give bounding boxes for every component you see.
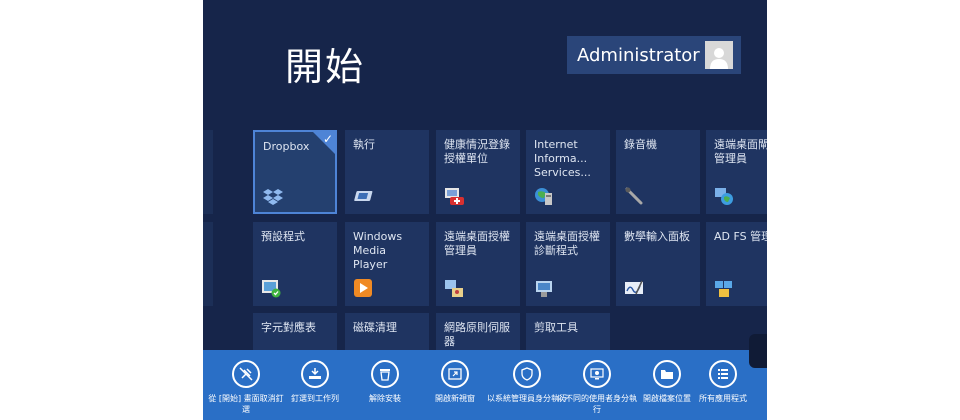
tile-windows-media-player[interactable]: Windows Media Player: [345, 222, 429, 306]
unpin-label: 從 [開始] 畫面取消釘選: [208, 394, 284, 414]
tile-label: 字元對應表: [261, 321, 316, 334]
shield-icon: [513, 360, 541, 388]
user-avatar-icon: [705, 41, 733, 69]
adfs-icon: [715, 281, 732, 297]
app-bar: 從 [開始] 畫面取消釘選 釘選到工作列 解除安裝 開啟新視窗 以系統管理員身分: [203, 350, 767, 420]
tile-label: 遠端桌面授權診斷程式: [534, 230, 600, 257]
tile-health-registration[interactable]: 健康情況登錄授權單位: [436, 130, 520, 214]
dropbox-icon: [263, 189, 283, 205]
user-account-button[interactable]: Administrator: [567, 36, 741, 74]
tile-label: 數學輸入面板: [624, 230, 690, 243]
page-title: 開始: [285, 45, 366, 89]
media-player-icon: [354, 279, 372, 297]
new-window-label: 開啟新視窗: [435, 394, 475, 403]
tile-label: 執行: [353, 138, 375, 151]
tile-rd-licensing-manager[interactable]: 遠端桌面授權管理員: [436, 222, 520, 306]
tile-label: 遠端桌面授權管理員: [444, 230, 510, 257]
math-input-icon: [625, 280, 643, 295]
list-icon: [709, 360, 737, 388]
health-registration-icon: [445, 188, 464, 205]
tile-label: 預設程式: [261, 230, 305, 243]
tile-label: 錄音機: [624, 138, 657, 151]
tile-label: 磁碟清理: [353, 321, 397, 334]
tile-dropbox[interactable]: Dropbox ✓: [253, 130, 337, 214]
all-apps-label: 所有應用程式: [699, 394, 747, 403]
tile-partial-1[interactable]: [203, 130, 213, 214]
run-as-different-user-label: 以不同的使用者身分執行: [557, 394, 637, 414]
run-as-different-user-button[interactable]: 以不同的使用者身分執行: [557, 356, 637, 415]
rd-licensing-diagnoser-icon: [536, 281, 552, 297]
tile-label: 健康情況登錄授權單位: [444, 138, 510, 165]
tile-rd-licensing-diagnoser[interactable]: 遠端桌面授權診斷程式: [526, 222, 610, 306]
uninstall-button[interactable]: 解除安裝: [345, 356, 425, 404]
checkmark-icon: ✓: [322, 132, 333, 146]
rd-licensing-manager-icon: [445, 280, 463, 297]
default-programs-icon: [262, 280, 281, 298]
tile-run[interactable]: 執行: [345, 130, 429, 214]
folder-icon: [653, 360, 681, 388]
tile-iis[interactable]: Internet Informa... Services...: [526, 130, 610, 214]
unpin-icon: [232, 360, 260, 388]
tile-label: AD FS 管理: [714, 230, 767, 243]
user-switch-icon: [583, 360, 611, 388]
unpin-from-start-button[interactable]: 從 [開始] 畫面取消釘選: [206, 356, 286, 415]
rd-gateway-icon: [715, 188, 733, 205]
tile-label: 剪取工具: [534, 321, 578, 334]
tile-label: Internet Informa... Services...: [534, 138, 591, 179]
pin-to-taskbar-button[interactable]: 釘選到工作列: [275, 356, 355, 404]
microphone-icon: [625, 187, 643, 205]
run-icon: [354, 191, 373, 201]
tile-sound-recorder[interactable]: 錄音機: [616, 130, 700, 214]
user-name: Administrator: [577, 44, 700, 66]
new-window-icon: [441, 360, 469, 388]
tile-partial-2[interactable]: [203, 222, 213, 306]
open-new-window-button[interactable]: 開啟新視窗: [415, 356, 495, 404]
tile-label: 網路原則伺服器: [444, 321, 510, 348]
iis-icon: [535, 188, 552, 205]
tile-label: 遠端桌面閘道管理員: [714, 138, 767, 165]
trash-icon: [371, 360, 399, 388]
pin-taskbar-label: 釘選到工作列: [291, 394, 339, 403]
start-screen: 開始 Administrator Dropbox ✓ 執行 健康情況登錄授權單位…: [203, 0, 767, 420]
tile-adfs-management[interactable]: AD FS 管理: [706, 222, 767, 306]
tile-math-input-panel[interactable]: 數學輸入面板: [616, 222, 700, 306]
edge-scroll-tab[interactable]: [749, 334, 767, 368]
run-as-admin-label: 以系統管理員身分執行: [487, 394, 567, 403]
run-as-admin-button[interactable]: 以系統管理員身分執行: [487, 356, 567, 404]
uninstall-label: 解除安裝: [369, 394, 401, 403]
tile-rd-gateway[interactable]: 遠端桌面閘道管理員: [706, 130, 767, 214]
tile-label: Windows Media Player: [353, 230, 403, 271]
tile-default-programs[interactable]: 預設程式: [253, 222, 337, 306]
pin-taskbar-icon: [301, 360, 329, 388]
